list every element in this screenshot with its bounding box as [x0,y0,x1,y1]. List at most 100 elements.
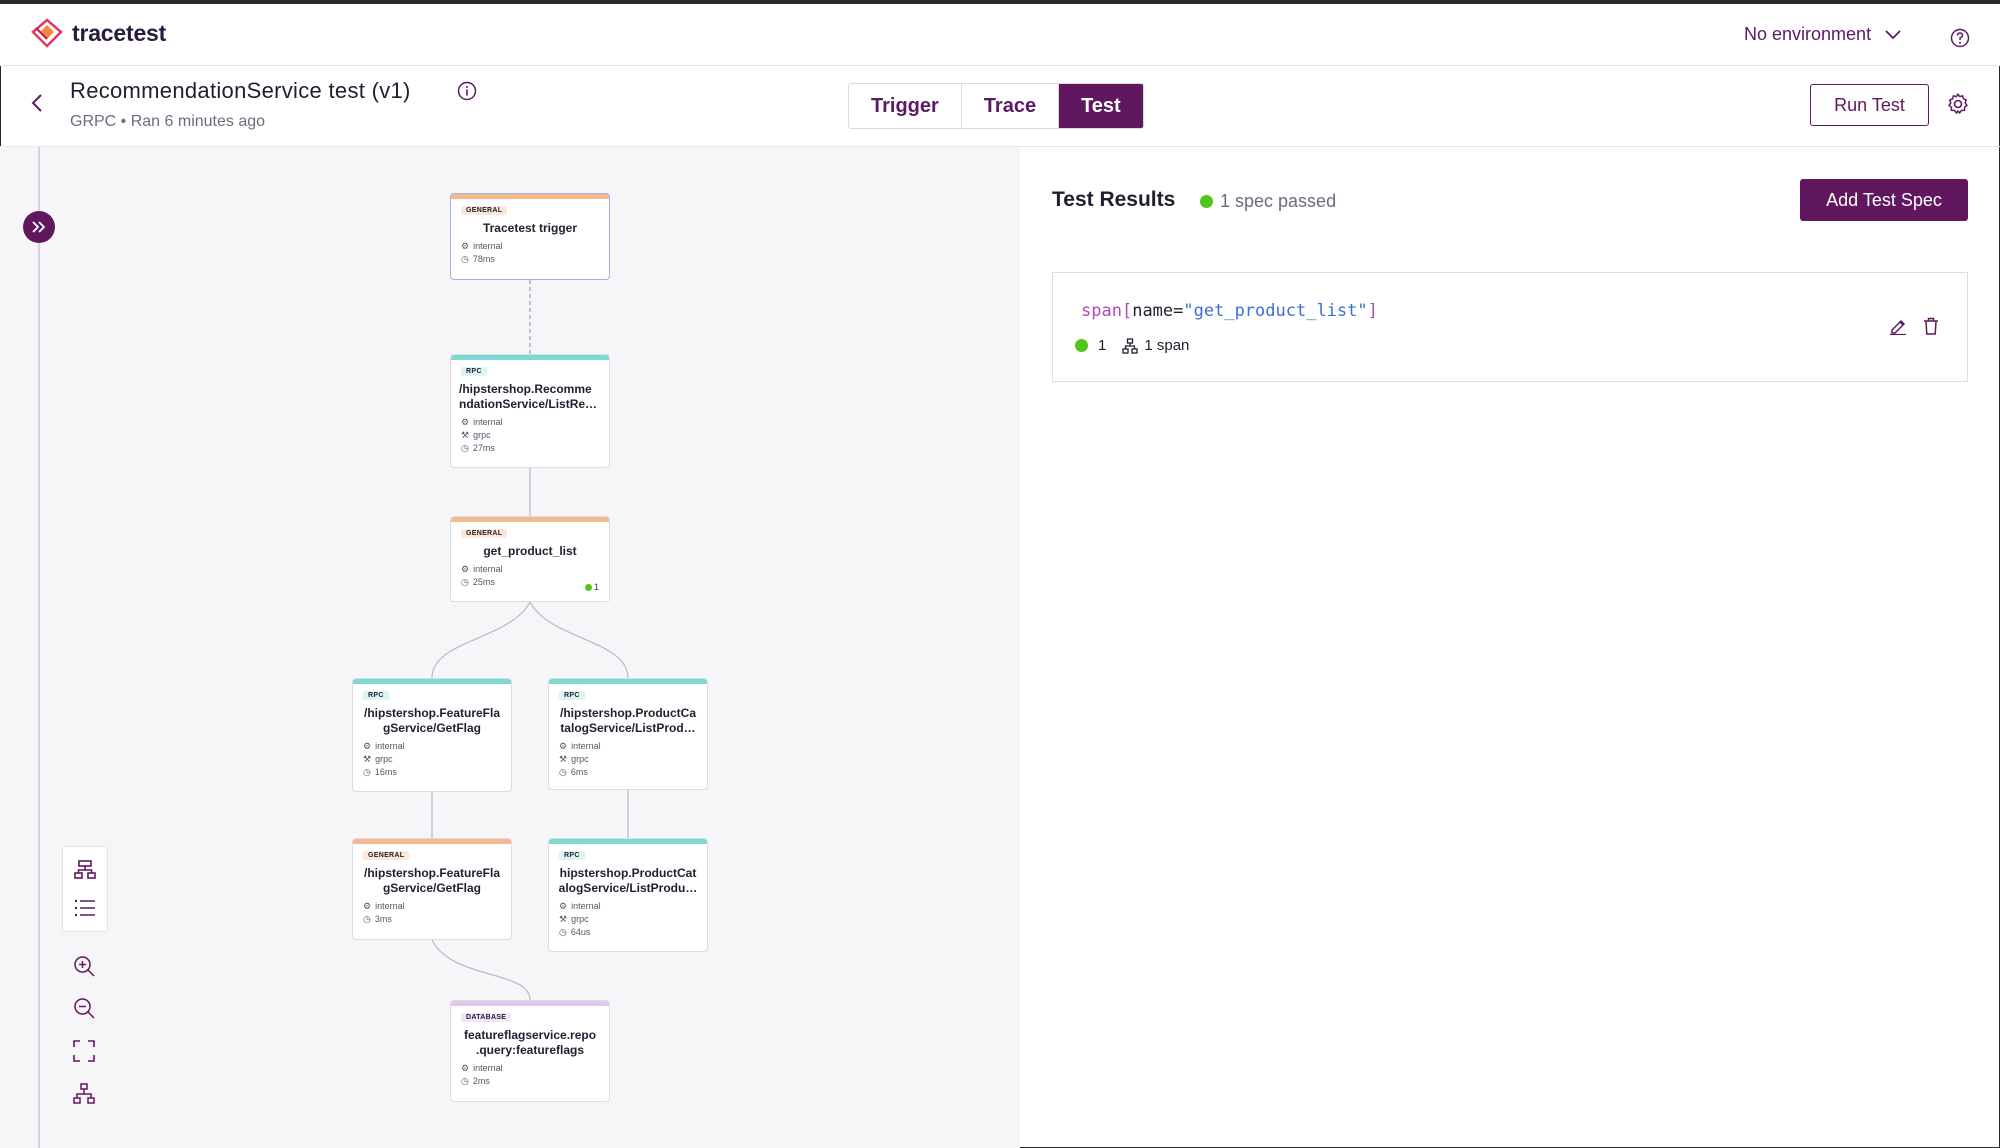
span-node[interactable]: RPC /hipstershop.FeatureFla gService/Get… [352,678,512,792]
pass-dot-icon [1075,339,1088,352]
list-view-icon[interactable] [72,895,98,921]
span-node[interactable]: GENERAL /hipstershop.FeatureFla gService… [352,838,512,940]
spec-meta: 1 1 span [1075,337,1189,354]
span-name: get_product_list [483,544,577,558]
pass-dot-icon [1200,195,1213,208]
zoom-out-icon[interactable] [71,995,97,1021]
service-icon: ⚙ [461,1063,470,1073]
span-attr: ◷ 78ms [461,254,495,264]
span-type-bar [451,517,609,522]
span-type-bar [549,679,707,684]
clock-icon: ◷ [559,767,567,777]
help-icon[interactable] [1950,28,1970,48]
service-icon: ⚙ [461,241,470,251]
span-name: featureflagservice.repo .query:featurefl… [463,1028,597,1057]
span-name: /hipstershop.FeatureFla gService/GetFlag [363,866,501,895]
clock-icon: ◷ [461,254,469,264]
span-name: /hipstershop.Recomme ndationService/List… [459,382,598,411]
span-node[interactable]: GENERAL get_product_list ⚙ internal ◷ 25ms… [450,516,610,602]
span-name: Tracetest trigger [482,221,578,235]
span-attr: ⚙ internal [461,241,503,251]
results-status-text: 1 spec passed [1220,191,1337,211]
clock-icon: ◷ [559,927,567,937]
run-test-button[interactable]: Run Test [1810,84,1929,126]
service-icon: ⚙ [363,901,372,911]
span-type-bar [451,1001,609,1006]
span-type-badge: RPC [559,851,585,860]
service-icon: ⚙ [559,901,568,911]
gear-icon[interactable] [1946,92,1970,116]
span-attr: ◷ 27ms [461,443,495,453]
wrench-icon: ⚒ [461,430,470,440]
span-attr: ⚒ grpc [363,754,393,764]
fit-view-icon[interactable] [71,1038,97,1064]
span-attr: ◷ 16ms [363,767,397,777]
span-type-bar [451,194,609,199]
test-spec-card[interactable]: span[name="get_product_list"] 1 1 span [1052,272,1968,382]
results-title: Test Results [1052,188,1176,211]
wrench-icon: ⚒ [559,914,568,924]
span-name: hipstershop.ProductCat alogService/ListP… [558,866,698,895]
span-type-badge: GENERAL [363,851,410,860]
span-type-badge: RPC [461,367,487,376]
span-attr: ⚙ internal [363,741,405,751]
span-tree-icon [1122,337,1138,354]
span-node[interactable]: RPC /hipstershop.ProductCa talogService/… [548,678,708,790]
service-icon: ⚙ [363,741,372,751]
wrench-icon: ⚒ [363,754,372,764]
span-attr: ⚙ internal [559,901,601,911]
spec-span-count: 1 span [1144,337,1190,354]
span-node[interactable]: RPC hipstershop.ProductCat alogService/L… [548,838,708,952]
span-attr: ◷ 64us [559,927,591,937]
delete-icon[interactable] [1923,317,1939,335]
wrench-icon: ⚒ [559,754,568,764]
span-name: /hipstershop.FeatureFla gService/GetFlag [363,706,501,735]
clock-icon: ◷ [461,1076,469,1086]
span-check-result: 1 [584,582,599,592]
results-status: 1 spec passed [1200,191,1336,212]
span-attr: ◷ 3ms [363,914,392,924]
span-type-badge: DATABASE [461,1013,512,1022]
service-icon: ⚙ [559,741,568,751]
span-node[interactable]: RPC /hipstershop.Recomme ndationService/… [450,354,610,468]
clock-icon: ◷ [461,577,469,587]
environment-label: No environment [1744,24,1872,44]
span-attr: ◷ 2ms [461,1076,490,1086]
span-node[interactable]: GENERAL Tracetest trigger ⚙ internal ◷ 78m… [450,193,610,280]
spec-selector: span[name="get_product_list"] [1081,301,1378,321]
span-attr: ⚒ grpc [461,430,491,440]
span-attr: ⚙ internal [461,564,503,574]
span-type-bar [353,839,511,844]
span-attr: ⚒ grpc [559,914,589,924]
span-type-badge: GENERAL [461,206,508,215]
pass-dot-icon [584,583,592,591]
clock-icon: ◷ [461,443,469,453]
span-type-bar [451,355,609,360]
span-name: /hipstershop.ProductCa talogService/List… [559,706,696,735]
span-attr: ⚒ grpc [559,754,589,764]
auto-layout-icon[interactable] [71,1081,97,1107]
span-attr: ⚙ internal [363,901,405,911]
tab-test[interactable]: Test [1059,84,1143,128]
clock-icon: ◷ [363,914,371,924]
zoom-in-icon[interactable] [71,953,97,979]
span-node[interactable]: DATABASE featureflagservice.repo .query:… [450,1000,610,1102]
add-test-spec-button[interactable]: Add Test Spec [1800,179,1968,221]
service-icon: ⚙ [461,417,470,427]
span-type-badge: RPC [363,691,389,700]
chevron-down-icon [1885,29,1901,40]
span-attr: ⚙ internal [461,1063,503,1073]
span-type-badge: GENERAL [461,529,508,538]
graph-view-icon[interactable] [72,857,98,883]
spec-pass-count: 1 [1098,337,1107,354]
service-icon: ⚙ [461,564,470,574]
spec-actions [1889,317,1939,335]
clock-icon: ◷ [363,767,371,777]
environment-select[interactable]: No environment [1744,24,1901,45]
span-attr: ⚙ internal [461,417,503,427]
span-attr: ◷ 6ms [559,767,588,777]
span-attr: ⚙ internal [559,741,601,751]
span-type-bar [549,839,707,844]
edit-icon[interactable] [1889,317,1907,335]
span-type-badge: RPC [559,691,585,700]
